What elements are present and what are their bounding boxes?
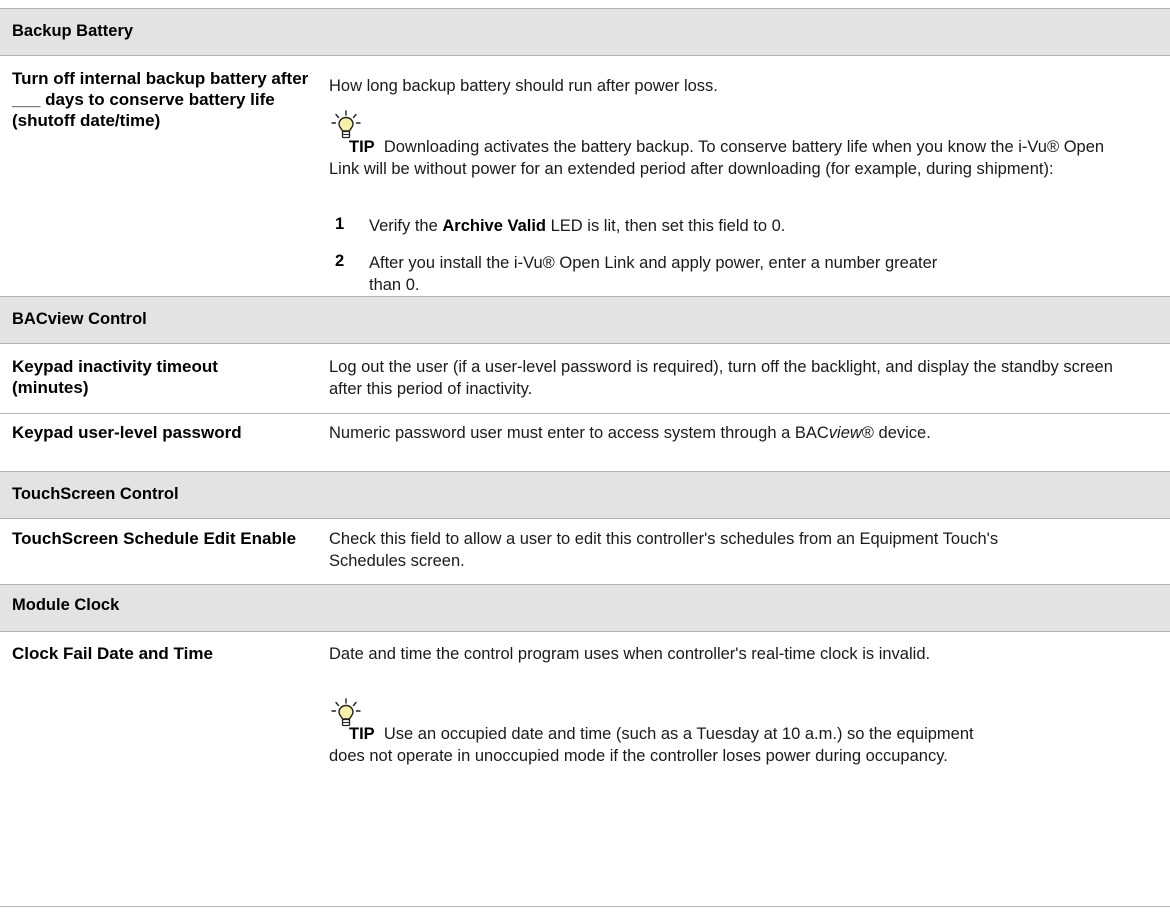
section-title-touchscreen-control: TouchScreen Control: [12, 485, 179, 503]
section-title-backup-battery: Backup Battery: [12, 22, 134, 40]
section-title-bacview-control: BACview Control: [12, 310, 147, 328]
section-title-module-clock: Module Clock: [12, 596, 120, 614]
section-header-bacview-control: [0, 297, 1170, 343]
desc-keypad-password: Numeric password user must enter to acce…: [329, 422, 969, 444]
step-text-pre: Verify the: [369, 217, 443, 235]
step-text: After you install the i-Vu® Open Link an…: [369, 254, 938, 294]
section-header-backup-battery: [0, 9, 1170, 55]
divider: [0, 55, 1170, 56]
divider: [0, 413, 1170, 414]
archive-valid-label: Archive Valid: [442, 217, 547, 235]
desc-text-italic: view: [828, 424, 862, 442]
term-keypad-inactivity-timeout: Keypad inactivity timeout (minutes): [12, 357, 218, 397]
tip-clock-fail: TIP Use an occupied date and time (such …: [329, 723, 1009, 767]
tip-text: Use an occupied date and time (such as a…: [329, 725, 974, 765]
tip-label: TIP: [349, 725, 375, 743]
desc-clock-fail-date-time: Date and time the control program uses w…: [329, 645, 931, 663]
divider: [0, 906, 1170, 907]
desc-keypad-inactivity-timeout: Log out the user (if a user-level passwo…: [329, 358, 1113, 398]
tip-label: TIP: [349, 138, 375, 156]
desc-text-pre: Numeric password user must enter to acce…: [329, 424, 829, 442]
divider: [0, 518, 1170, 519]
section-header-module-clock: [0, 585, 1170, 631]
step-text: Verify the Archive Valid LED is lit, the…: [369, 215, 1129, 237]
divider: [0, 631, 1170, 632]
desc-touchscreen-schedule-edit: Check this field to allow a user to edit…: [329, 530, 999, 570]
term-clock-fail-date-time: Clock Fail Date and Time: [12, 644, 213, 663]
term-backup-battery-shutoff: Turn off internal backup battery after _…: [12, 69, 309, 130]
divider: [0, 343, 1170, 344]
step-text-post: LED is lit, then set this field to 0.: [546, 217, 786, 235]
term-keypad-password: Keypad user-level password: [12, 423, 242, 442]
step-number: 1: [335, 215, 345, 233]
term-touchscreen-schedule-edit: TouchScreen Schedule Edit Enable: [12, 529, 297, 548]
desc-backup-battery: How long backup battery should run after…: [329, 77, 718, 95]
tip-text: Downloading activates the battery backup…: [329, 138, 1105, 178]
tip-backup-battery: TIP Downloading activates the battery ba…: [329, 136, 1129, 180]
step-number: 2: [335, 252, 345, 270]
desc-text-post: ® device.: [861, 424, 931, 442]
